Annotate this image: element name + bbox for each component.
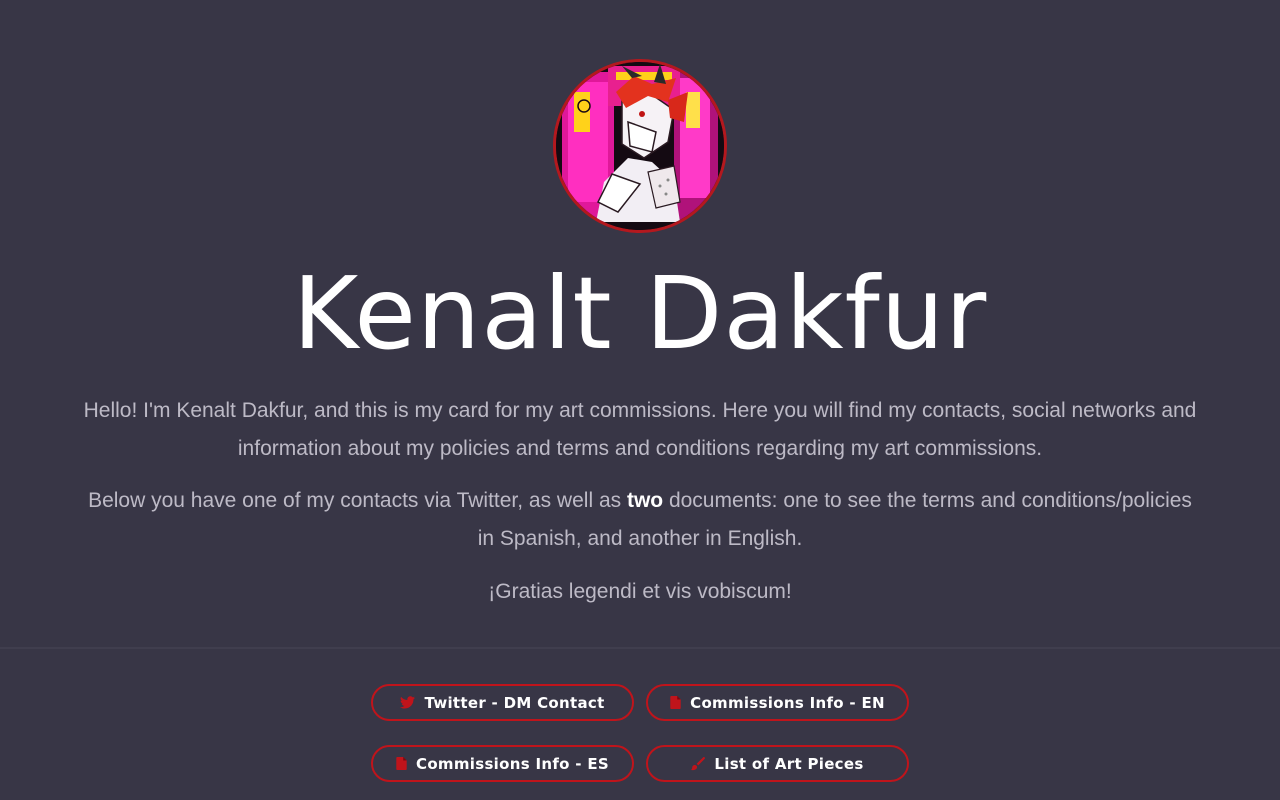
- contacts-paragraph: Below you have one of my contacts via Tw…: [80, 482, 1200, 558]
- document-icon: [396, 757, 407, 770]
- commissions-info-es-button[interactable]: Commissions Info - ES: [371, 745, 634, 782]
- avatar-illustration: [556, 62, 724, 230]
- list-of-art-pieces-label: List of Art Pieces: [714, 754, 864, 773]
- emphasis-two: two: [626, 489, 664, 512]
- avatar: [553, 59, 727, 233]
- twitter-dm-button[interactable]: Twitter - DM Contact: [371, 684, 634, 721]
- intro-paragraph: Hello! I'm Kenalt Dakfur, and this is my…: [83, 399, 1197, 460]
- closing-line: ¡Gratias legendi et vis vobiscum!: [488, 580, 792, 603]
- section-divider: [0, 647, 1280, 649]
- page-title: Kenalt Dakfur: [292, 255, 988, 372]
- paintbrush-icon: [691, 756, 706, 771]
- commissions-info-en-label: Commissions Info - EN: [690, 693, 885, 712]
- commissions-info-en-button[interactable]: Commissions Info - EN: [646, 684, 909, 721]
- twitter-bird-icon: [400, 696, 416, 709]
- document-icon: [670, 696, 681, 709]
- list-of-art-pieces-button[interactable]: List of Art Pieces: [646, 745, 909, 782]
- commissions-info-es-label: Commissions Info - ES: [416, 754, 609, 773]
- contacts-text-start: Below you have one of my contacts via Tw…: [88, 489, 627, 512]
- twitter-dm-label: Twitter - DM Contact: [424, 693, 605, 712]
